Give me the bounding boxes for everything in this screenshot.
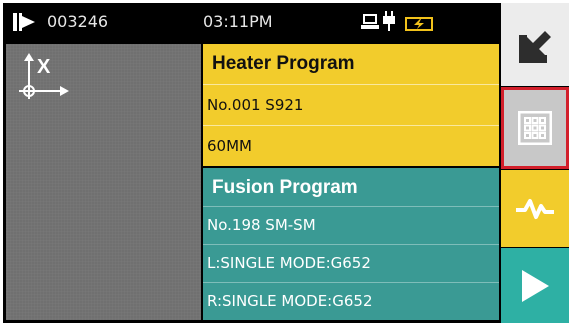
fusion-program-panel[interactable]: Fusion Program No.198 SM-SM L:SINGLE MOD… bbox=[203, 168, 499, 320]
back-arrow-icon bbox=[519, 30, 551, 63]
battery-charging-icon bbox=[405, 16, 435, 35]
power-plug-icon bbox=[383, 11, 395, 35]
back-button[interactable] bbox=[501, 3, 569, 86]
arc-test-button[interactable] bbox=[501, 170, 569, 247]
heater-program-title: Heater Program bbox=[212, 53, 355, 74]
play-icon bbox=[522, 269, 549, 302]
arc-counter-icon bbox=[13, 13, 39, 35]
menu-button[interactable] bbox=[501, 87, 569, 169]
fusion-left-fiber: L:SINGLE MODE:G652 bbox=[207, 254, 371, 272]
heater-program-length: 60MM bbox=[207, 137, 252, 155]
start-button[interactable] bbox=[501, 248, 569, 323]
waveform-icon bbox=[516, 198, 554, 219]
splicer-screen: 003246 03:11PM X Heater Program No.001 S… bbox=[3, 3, 569, 323]
arc-count: 003246 bbox=[47, 12, 109, 31]
xy-axis-icon: X bbox=[15, 53, 71, 113]
axis-x-label: X bbox=[37, 56, 51, 78]
status-bar: 003246 03:11PM bbox=[3, 3, 501, 41]
clock-time: 03:11PM bbox=[203, 12, 273, 31]
fusion-right-fiber: R:SINGLE MODE:G652 bbox=[207, 292, 373, 310]
fusion-program-number: No.198 SM-SM bbox=[207, 216, 316, 234]
fiber-camera-view: X bbox=[6, 44, 201, 320]
fusion-program-title: Fusion Program bbox=[212, 177, 358, 198]
heater-program-number: No.001 S921 bbox=[207, 96, 304, 114]
heater-program-panel[interactable]: Heater Program No.001 S921 60MM bbox=[203, 44, 499, 166]
pc-connection-icon bbox=[361, 14, 379, 34]
grid-menu-icon bbox=[518, 111, 552, 145]
